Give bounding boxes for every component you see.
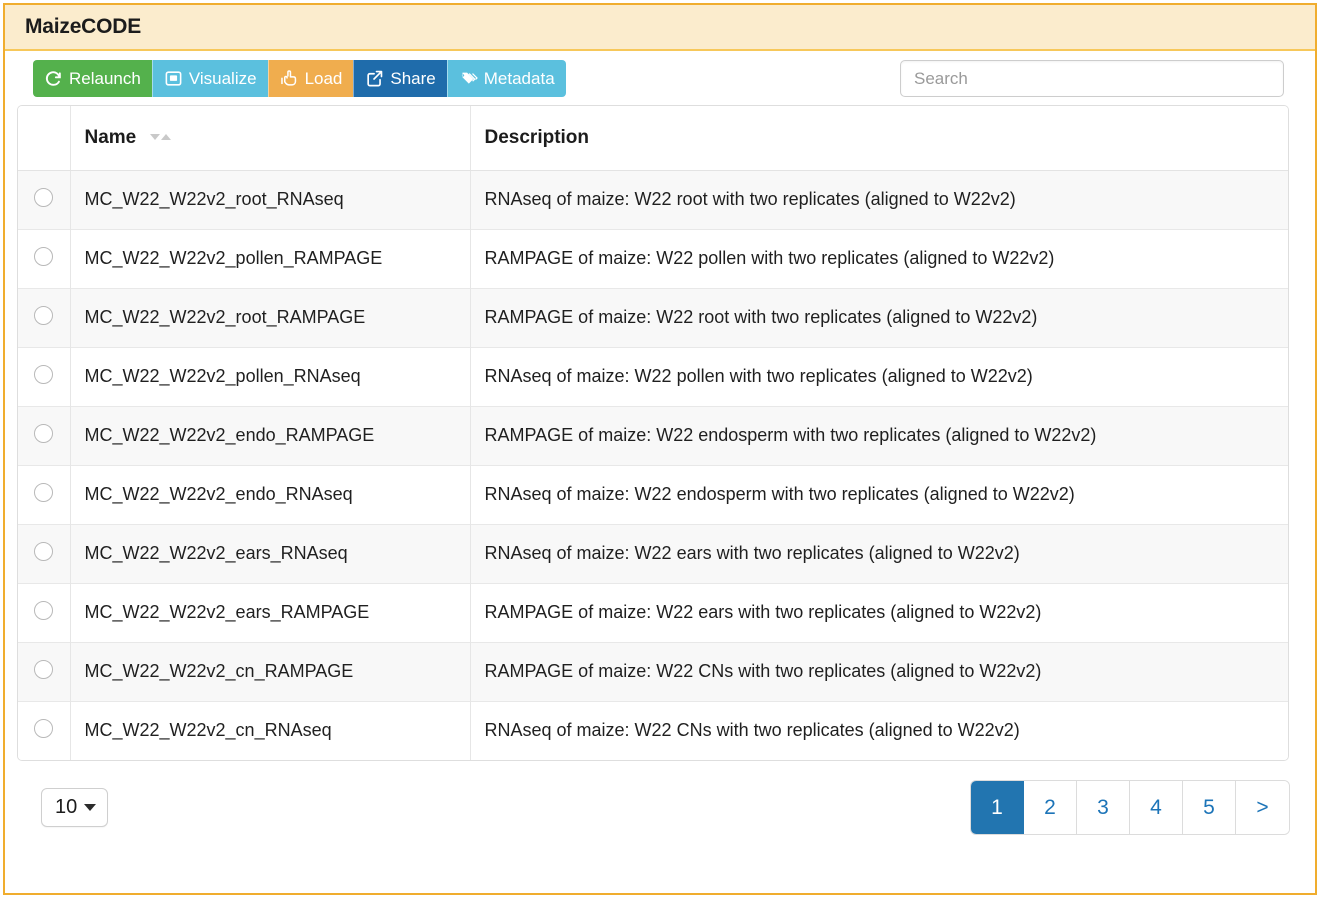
search-container xyxy=(900,60,1289,97)
pagination-page-5[interactable]: 5 xyxy=(1183,781,1236,834)
column-header-description[interactable]: Description xyxy=(470,106,1288,171)
row-name-cell: MC_W22_W22v2_ears_RNAseq xyxy=(70,523,471,583)
table-row[interactable]: MC_W22_W22v2_pollen_RAMPAGE RAMPAGE of ma… xyxy=(18,228,1288,288)
datasets-table-container: Name Description MC_W22_W22v2_root_RNAse… xyxy=(17,105,1289,761)
row-description-cell: RNAseq of maize: W22 ears with two repli… xyxy=(470,523,1288,583)
row-radio-button[interactable] xyxy=(34,659,54,679)
sort-arrows-icon[interactable] xyxy=(149,133,171,140)
table-row[interactable]: MC_W22_W22v2_ears_RAMPAGE RAMPAGE of maiz… xyxy=(18,582,1288,642)
pagination: 1 2 3 4 5 > xyxy=(971,781,1289,834)
hand-point-up-icon xyxy=(280,69,299,88)
row-name-cell: MC_W22_W22v2_endo_RAMPAGE xyxy=(70,405,471,465)
refresh-icon xyxy=(44,69,63,88)
page-size-select[interactable]: 10 xyxy=(41,788,109,827)
row-description-cell: RNAseq of maize: W22 root with two repli… xyxy=(470,169,1288,229)
app-window: MaizeCODE Relaunch Visualize Load Share … xyxy=(3,3,1317,895)
share-button[interactable]: Share xyxy=(353,60,447,97)
row-description-cell: RAMPAGE of maize: W22 pollen with two re… xyxy=(470,228,1288,288)
row-radio-button[interactable] xyxy=(34,364,54,384)
table-row[interactable]: MC_W22_W22v2_ears_RNAseq RNAseq of maize:… xyxy=(18,523,1288,583)
row-name-cell: MC_W22_W22v2_pollen_RAMPAGE xyxy=(70,228,471,288)
table-row[interactable]: MC_W22_W22v2_endo_RAMPAGE RAMPAGE of maiz… xyxy=(18,405,1288,465)
row-radio-button[interactable] xyxy=(34,423,54,443)
load-button[interactable]: Load xyxy=(267,60,354,97)
tags-icon xyxy=(459,69,478,88)
table-row[interactable]: MC_W22_W22v2_pollen_RNAseq RNAseq of maiz… xyxy=(18,346,1288,406)
row-radio-button[interactable] xyxy=(34,482,54,502)
share-square-icon xyxy=(365,69,384,88)
row-radio-button[interactable] xyxy=(34,187,54,207)
datasets-table: Name Description MC_W22_W22v2_root_RNAse… xyxy=(18,106,1288,760)
relaunch-button-label: Relaunch xyxy=(69,68,141,88)
relaunch-button[interactable]: Relaunch xyxy=(33,60,152,97)
pagination-page-2[interactable]: 2 xyxy=(1024,781,1077,834)
row-select-cell[interactable] xyxy=(18,228,71,288)
visualize-button-label: Visualize xyxy=(188,68,257,88)
row-radio-button[interactable] xyxy=(34,246,54,266)
row-select-cell[interactable] xyxy=(18,287,71,347)
pagination-page-4[interactable]: 4 xyxy=(1130,781,1183,834)
row-select-cell[interactable] xyxy=(18,405,71,465)
search-input[interactable] xyxy=(900,60,1284,97)
table-row[interactable]: MC_W22_W22v2_cn_RNAseq RNAseq of maize: W… xyxy=(18,700,1288,760)
row-description-cell: RAMPAGE of maize: W22 CNs with two repli… xyxy=(470,641,1288,701)
row-select-cell[interactable] xyxy=(18,169,71,229)
row-description-cell: RAMPAGE of maize: W22 root with two repl… xyxy=(470,287,1288,347)
table-row[interactable]: MC_W22_W22v2_root_RAMPAGE RAMPAGE of maiz… xyxy=(18,287,1288,347)
column-header-description-label: Description xyxy=(484,126,590,148)
pagination-page-1[interactable]: 1 xyxy=(971,781,1024,834)
row-select-cell[interactable] xyxy=(18,346,71,406)
row-name-cell: MC_W22_W22v2_cn_RAMPAGE xyxy=(70,641,471,701)
visualize-button[interactable]: Visualize xyxy=(151,60,268,97)
pagination-page-3[interactable]: 3 xyxy=(1077,781,1130,834)
column-header-select xyxy=(18,106,71,171)
row-select-cell[interactable] xyxy=(18,464,71,524)
window-icon xyxy=(164,69,183,88)
row-select-cell[interactable] xyxy=(18,523,71,583)
table-head: Name Description xyxy=(18,106,1288,171)
row-description-cell: RAMPAGE of maize: W22 endosperm with two… xyxy=(470,405,1288,465)
load-button-label: Load xyxy=(304,68,343,88)
table-row[interactable]: MC_W22_W22v2_root_RNAseq RNAseq of maize:… xyxy=(18,169,1288,229)
table-row[interactable]: MC_W22_W22v2_endo_RNAseq RNAseq of maize:… xyxy=(18,464,1288,524)
metadata-button-label: Metadata xyxy=(483,68,555,88)
row-radio-button[interactable] xyxy=(34,305,54,325)
page-title: MaizeCODE xyxy=(25,15,142,38)
row-description-cell: RAMPAGE of maize: W22 ears with two repl… xyxy=(470,582,1288,642)
row-radio-button[interactable] xyxy=(34,541,54,561)
toolbar: Relaunch Visualize Load Share Metadata S… xyxy=(5,51,1315,105)
share-button-label: Share xyxy=(390,68,436,88)
table-footer: 10 1 2 3 4 5 > xyxy=(5,761,1315,834)
page-size-value: 10 xyxy=(55,796,78,818)
row-name-cell: MC_W22_W22v2_cn_RNAseq xyxy=(70,700,471,760)
row-select-cell[interactable] xyxy=(18,582,71,642)
row-radio-button[interactable] xyxy=(34,600,54,620)
action-button-group: Relaunch Visualize Load Share Metadata xyxy=(33,60,566,97)
row-select-cell[interactable] xyxy=(18,641,71,701)
row-description-cell: RNAseq of maize: W22 endosperm with two … xyxy=(470,464,1288,524)
row-description-cell: RNAseq of maize: W22 CNs with two replic… xyxy=(470,700,1288,760)
column-header-name-label: Name xyxy=(84,126,137,148)
column-header-name[interactable]: Name xyxy=(70,106,471,171)
sort-descending-icon[interactable] xyxy=(149,133,160,140)
row-description-cell: RNAseq of maize: W22 pollen with two rep… xyxy=(470,346,1288,406)
pagination-next-button[interactable]: > xyxy=(1236,781,1289,834)
table-header-row: Name Description xyxy=(18,106,1288,171)
row-name-cell: MC_W22_W22v2_pollen_RNAseq xyxy=(70,346,471,406)
row-select-cell[interactable] xyxy=(18,700,71,760)
table-row[interactable]: MC_W22_W22v2_cn_RAMPAGE RAMPAGE of maize:… xyxy=(18,641,1288,701)
row-name-cell: MC_W22_W22v2_root_RNAseq xyxy=(70,169,471,229)
row-name-cell: MC_W22_W22v2_root_RAMPAGE xyxy=(70,287,471,347)
chevron-down-icon xyxy=(84,804,97,811)
sort-ascending-icon[interactable] xyxy=(160,133,171,140)
app-header: MaizeCODE xyxy=(5,5,1315,51)
row-name-cell: MC_W22_W22v2_endo_RNAseq xyxy=(70,464,471,524)
table-body: MC_W22_W22v2_root_RNAseq RNAseq of maize:… xyxy=(18,169,1288,760)
row-radio-button[interactable] xyxy=(34,718,54,738)
metadata-button[interactable]: Metadata xyxy=(446,60,566,97)
row-name-cell: MC_W22_W22v2_ears_RAMPAGE xyxy=(70,582,471,642)
